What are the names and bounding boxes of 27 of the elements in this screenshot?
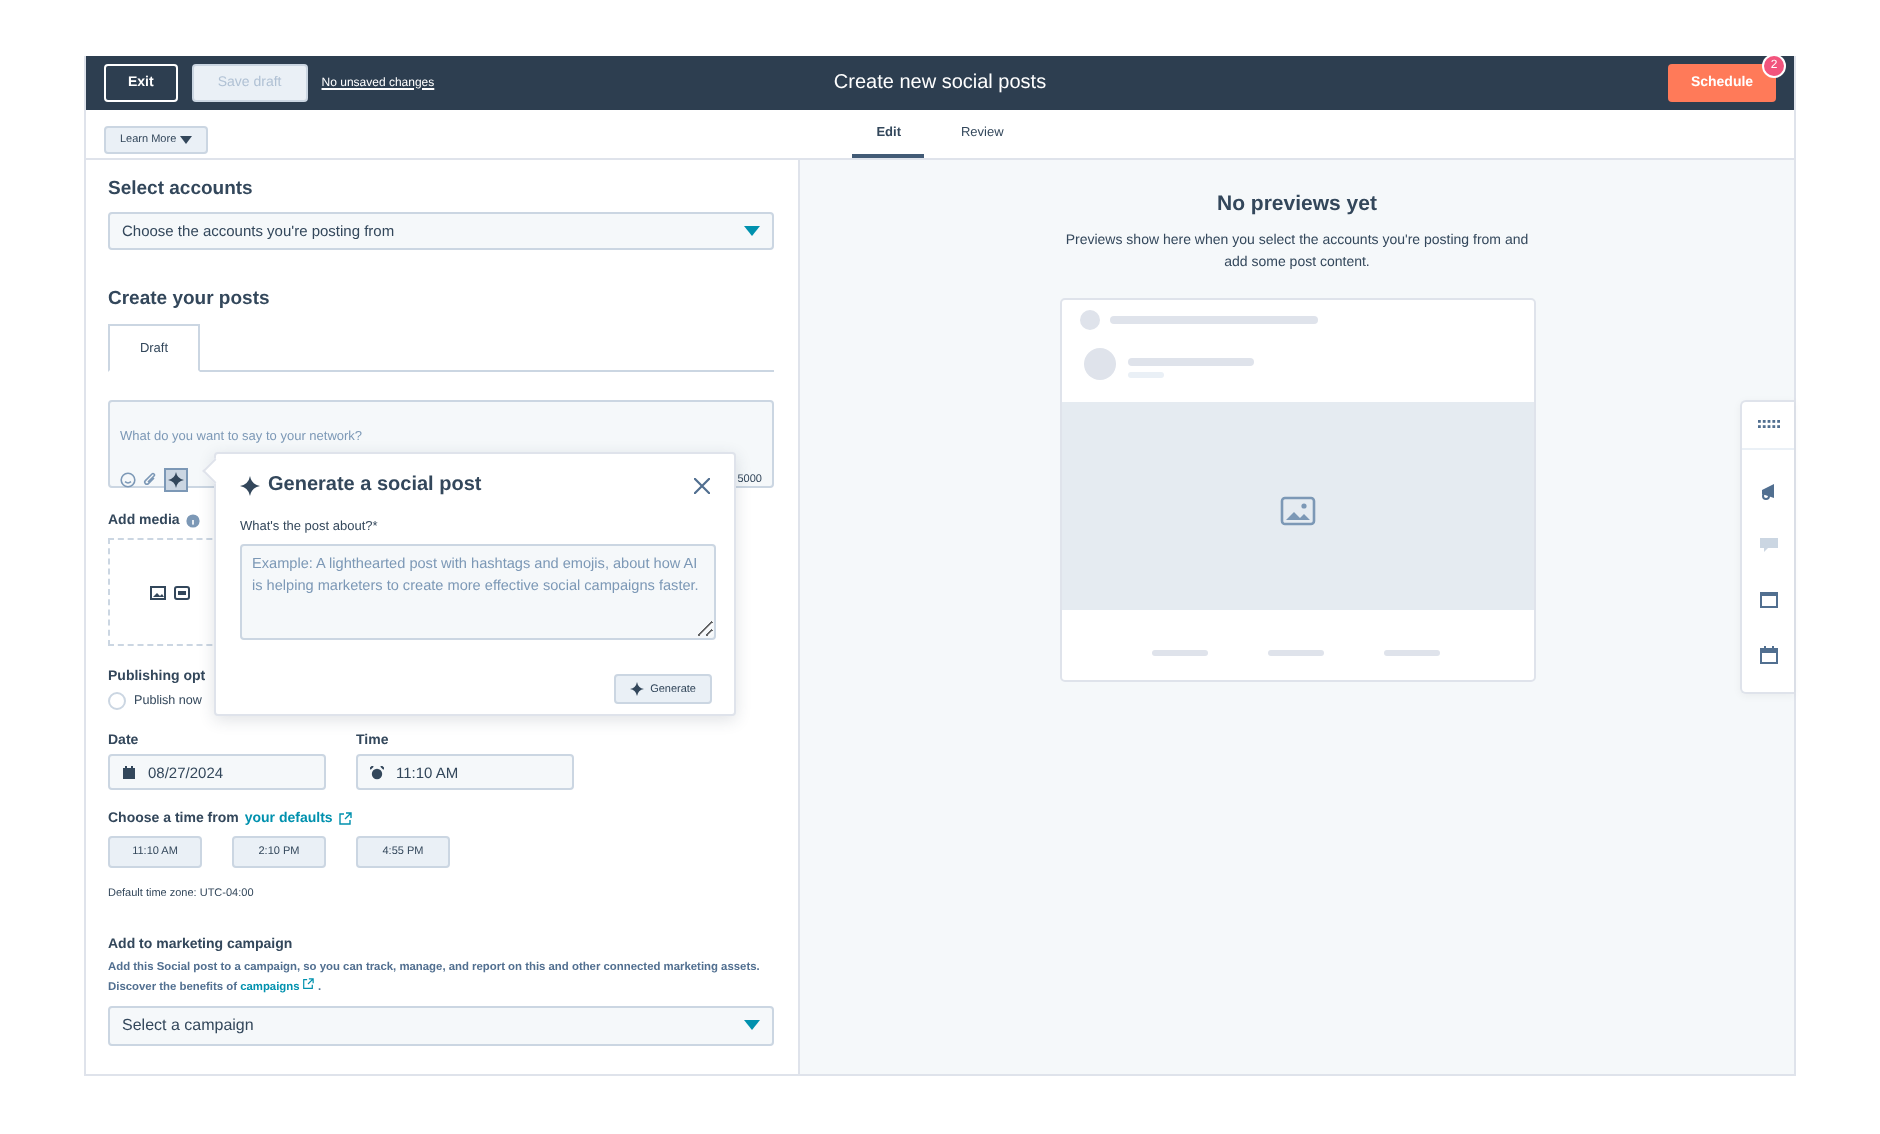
attachment-icon[interactable] bbox=[142, 472, 158, 488]
window-icon[interactable] bbox=[1759, 592, 1777, 608]
popover-title: Generate a social post bbox=[268, 474, 482, 496]
sparkle-icon bbox=[240, 475, 260, 495]
megaphone-icon[interactable] bbox=[1759, 482, 1777, 500]
external-link-icon bbox=[302, 977, 315, 990]
alarm-clock-icon bbox=[370, 765, 384, 779]
gif-icon bbox=[174, 585, 190, 599]
image-icon bbox=[150, 585, 166, 599]
campaign-dropdown[interactable]: Select a campaign bbox=[108, 1005, 774, 1046]
caret-icon bbox=[744, 1020, 760, 1031]
caret-icon bbox=[180, 135, 193, 143]
page-title: Create new social posts bbox=[833, 72, 1047, 94]
caret-icon bbox=[744, 226, 760, 236]
info-icon bbox=[185, 514, 200, 528]
grid-dots-icon[interactable] bbox=[1757, 420, 1779, 428]
sparkle-icon bbox=[630, 682, 645, 696]
calendar-icon[interactable] bbox=[1759, 646, 1777, 664]
radio-button[interactable] bbox=[108, 692, 126, 710]
emoji-icon[interactable] bbox=[120, 472, 136, 488]
ai-sparkle-button[interactable] bbox=[164, 468, 188, 492]
external-link-icon bbox=[338, 812, 353, 826]
section-heading: Create your posts bbox=[108, 288, 272, 310]
close-icon[interactable] bbox=[694, 477, 710, 493]
calendar-icon bbox=[122, 765, 136, 779]
preview-title: No previews yet bbox=[1217, 192, 1377, 216]
section-heading: Select accounts bbox=[108, 178, 255, 200]
